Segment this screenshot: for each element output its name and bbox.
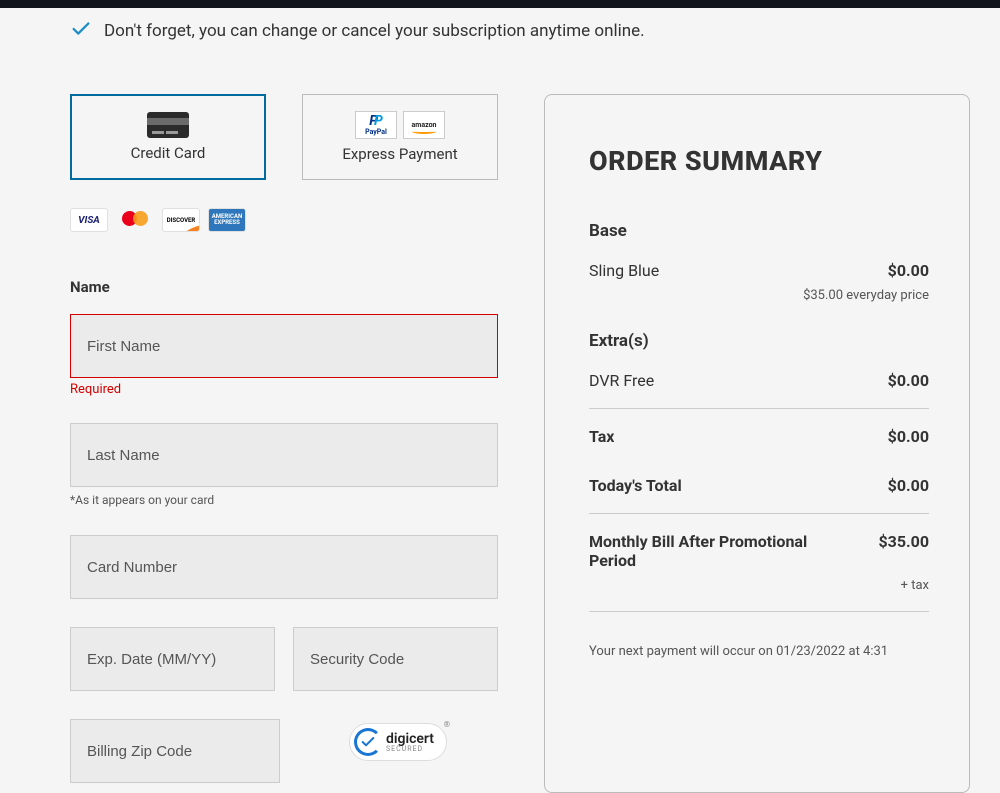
security-code-field[interactable] — [293, 627, 498, 691]
billing-zip-field[interactable] — [70, 719, 280, 783]
amazon-icon: amazon — [403, 111, 445, 139]
digicert-sub: SECURED — [386, 746, 434, 753]
total-price: $0.00 — [888, 476, 929, 495]
order-summary: ORDER SUMMARY Base Sling Blue $0.00 $35.… — [544, 94, 970, 793]
card-brands: VISA DISCOVER AMERICAN EXPRESS — [70, 208, 498, 232]
monthly-label: Monthly Bill After Promotional Period — [589, 532, 819, 570]
base-line-item: Sling Blue $0.00 — [589, 261, 929, 280]
total-label: Today's Total — [589, 476, 682, 495]
tax-label: Tax — [589, 427, 614, 446]
discover-icon: DISCOVER — [162, 208, 200, 232]
base-item-price: $0.00 — [888, 261, 929, 280]
extra-item-price: $0.00 — [888, 371, 929, 390]
digicert-check-icon — [354, 728, 382, 756]
first-name-error: Required — [70, 382, 498, 397]
first-name-field[interactable] — [70, 314, 498, 378]
extra-line-item: DVR Free $0.00 — [589, 371, 929, 390]
exp-date-field[interactable] — [70, 627, 275, 691]
mastercard-icon — [116, 208, 154, 232]
base-section-label: Base — [589, 221, 929, 241]
monthly-line-item: Monthly Bill After Promotional Period $3… — [589, 532, 929, 570]
tax-price: $0.00 — [888, 427, 929, 446]
base-everyday-price: $35.00 everyday price — [589, 288, 929, 303]
digicert-badge: digicert SECURED — [298, 719, 498, 761]
paypal-icon: PP PayPal — [355, 111, 397, 139]
credit-card-label: Credit Card — [131, 144, 206, 162]
card-number-field[interactable] — [70, 535, 498, 599]
tab-credit-card[interactable]: Credit Card — [70, 94, 266, 180]
visa-icon: VISA — [70, 208, 108, 232]
total-line-item: Today's Total $0.00 — [589, 476, 929, 495]
tax-line-item: Tax $0.00 — [589, 427, 929, 446]
base-item-name: Sling Blue — [589, 261, 659, 280]
tab-express-payment[interactable]: PP PayPal amazon Express Payment — [302, 94, 498, 180]
last-name-field[interactable] — [70, 423, 498, 487]
monthly-price: $35.00 — [878, 532, 929, 570]
digicert-brand: digicert — [386, 732, 434, 746]
extra-item-name: DVR Free — [589, 371, 654, 390]
express-logos: PP PayPal amazon — [355, 111, 445, 139]
divider — [589, 408, 929, 409]
monthly-plus-tax: + tax — [589, 578, 929, 593]
check-icon — [70, 18, 92, 44]
express-label: Express Payment — [342, 145, 457, 163]
credit-card-icon — [147, 112, 189, 138]
order-summary-title: ORDER SUMMARY — [589, 145, 929, 177]
amex-icon: AMERICAN EXPRESS — [208, 208, 246, 232]
reminder-bar: Don't forget, you can change or cancel y… — [0, 8, 1000, 54]
top-bar — [0, 0, 1000, 8]
divider — [589, 611, 929, 612]
extras-section-label: Extra(s) — [589, 331, 929, 351]
name-section-label: Name — [70, 278, 498, 296]
reminder-text: Don't forget, you can change or cancel y… — [104, 21, 645, 41]
payment-method-tabs: Credit Card PP PayPal amazon Express Pay… — [70, 94, 498, 180]
last-name-hint: *As it appears on your card — [70, 493, 498, 507]
divider — [589, 513, 929, 514]
next-payment-text: Your next payment will occur on 01/23/20… — [589, 644, 929, 659]
